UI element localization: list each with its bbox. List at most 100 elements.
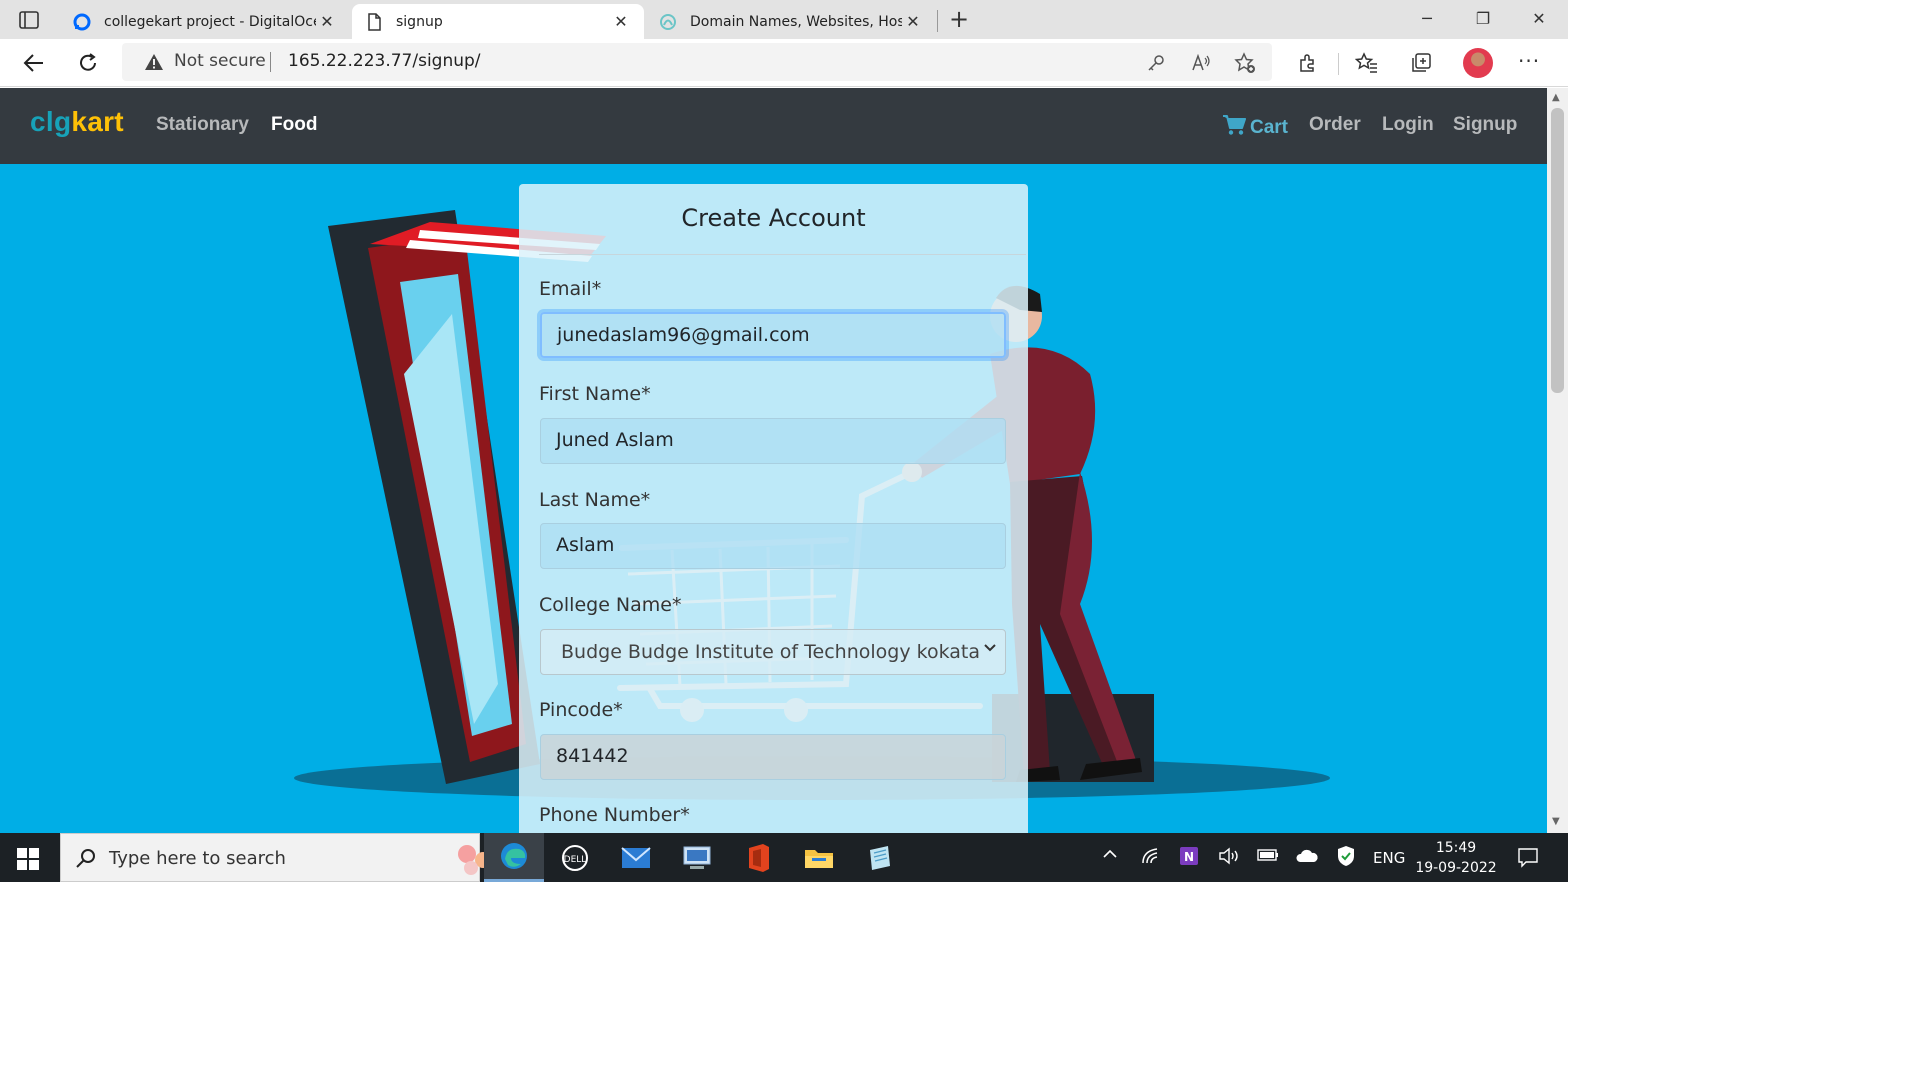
restore-button[interactable]: ❐ xyxy=(1460,4,1506,34)
tab-divider xyxy=(937,10,938,32)
site-logo[interactable]: clgkart xyxy=(30,106,124,138)
onenote-icon[interactable]: N xyxy=(1179,846,1199,870)
nav-order[interactable]: Order xyxy=(1309,114,1361,136)
minimize-button[interactable]: ─ xyxy=(1404,4,1450,34)
nav-signup[interactable]: Signup xyxy=(1453,114,1517,136)
mail-icon xyxy=(621,846,651,868)
college-name-select[interactable]: Budge Budge Institute of Technology koka… xyxy=(540,629,1006,675)
nav-food[interactable]: Food xyxy=(271,114,317,136)
wifi-icon[interactable] xyxy=(1141,847,1161,869)
taskbar-notepad[interactable] xyxy=(850,833,910,882)
security-shield-icon[interactable] xyxy=(1336,845,1356,871)
dell-icon: DELL xyxy=(562,844,588,871)
tab-title: collegekart project - DigitalOcean xyxy=(104,13,316,30)
clock-date: 19-09-2022 xyxy=(1415,860,1497,876)
college-name-label: College Name* xyxy=(539,594,682,616)
page-viewport: clgkart Stationary Food Cart Order Login… xyxy=(0,88,1547,833)
email-field[interactable]: junedaslam96@gmail.com xyxy=(540,312,1006,358)
back-arrow-icon xyxy=(23,54,43,72)
pincode-field[interactable]: 841442 xyxy=(540,734,1006,780)
cart-icon xyxy=(1223,115,1246,135)
more-options-icon[interactable]: ··· xyxy=(1518,49,1540,73)
close-icon[interactable]: ✕ xyxy=(316,12,338,31)
last-name-field[interactable]: Aslam xyxy=(540,523,1006,569)
page-scrollbar[interactable]: ▲ ▼ xyxy=(1547,88,1568,833)
add-favorite-icon[interactable] xyxy=(1234,52,1256,74)
url-text[interactable]: 165.22.223.77/signup/ xyxy=(288,51,481,71)
refresh-icon xyxy=(80,53,96,71)
tab-actions-icon xyxy=(19,11,39,29)
windows-taskbar: Type here to search DELL N ENG 15:49 19-… xyxy=(0,833,1568,882)
onedrive-icon[interactable] xyxy=(1295,848,1319,868)
first-name-field[interactable]: Juned Aslam xyxy=(540,418,1006,464)
college-selected-value: Budge Budge Institute of Technology koka… xyxy=(561,641,980,663)
windows-start-icon[interactable] xyxy=(17,848,39,870)
digitalocean-icon xyxy=(73,13,91,30)
password-key-icon[interactable] xyxy=(1145,52,1167,74)
site-favicon-icon xyxy=(660,13,676,30)
scroll-up-icon[interactable]: ▲ xyxy=(1552,92,1560,103)
taskbar-mail[interactable] xyxy=(606,833,666,882)
notepad-icon xyxy=(870,845,890,870)
taskbar-dell[interactable]: DELL xyxy=(545,833,605,882)
new-tab-button[interactable]: + xyxy=(944,6,974,34)
search-placeholder: Type here to search xyxy=(109,848,286,869)
taskbar-network-app[interactable] xyxy=(667,833,727,882)
form-title: Create Account xyxy=(681,204,866,232)
battery-icon[interactable] xyxy=(1257,847,1279,867)
scroll-down-icon[interactable]: ▼ xyxy=(1552,816,1560,827)
back-button[interactable] xyxy=(18,47,50,79)
refresh-button[interactable] xyxy=(72,47,104,79)
search-icon xyxy=(76,849,95,868)
office-icon xyxy=(749,843,769,872)
computer-icon xyxy=(683,846,711,869)
edge-icon xyxy=(501,843,527,869)
site-navbar: clgkart Stationary Food Cart Order Login… xyxy=(0,88,1547,164)
signup-card: Create Account Email* junedaslam96@gmail… xyxy=(519,184,1028,833)
taskbar-search[interactable]: Type here to search xyxy=(60,833,523,882)
language-indicator[interactable]: ENG xyxy=(1373,849,1405,867)
tab-actions-button[interactable] xyxy=(10,6,48,34)
email-label: Email* xyxy=(539,278,602,300)
tab-signup[interactable]: signup ✕ xyxy=(352,4,644,39)
tab-digitalocean[interactable]: collegekart project - DigitalOcean ✕ xyxy=(60,4,350,39)
scroll-thumb[interactable] xyxy=(1551,108,1564,393)
read-aloud-icon[interactable] xyxy=(1190,52,1212,74)
pincode-label: Pincode* xyxy=(539,699,623,721)
warning-icon[interactable] xyxy=(144,53,164,71)
extensions-icon[interactable] xyxy=(1294,49,1322,77)
svg-text:DELL: DELL xyxy=(564,855,587,865)
volume-icon[interactable] xyxy=(1218,847,1240,869)
tab-title: signup xyxy=(396,13,443,30)
tab-strip: collegekart project - DigitalOcean ✕ sig… xyxy=(0,0,1568,39)
taskbar-clock[interactable]: 15:49 19-09-2022 xyxy=(1414,838,1498,878)
notifications-icon[interactable] xyxy=(1517,846,1539,872)
taskbar-edge[interactable] xyxy=(484,833,544,882)
favorites-icon[interactable] xyxy=(1353,49,1381,77)
phone-number-label: Phone Number* xyxy=(539,804,690,826)
nav-cart[interactable]: Cart xyxy=(1222,114,1288,139)
nav-login[interactable]: Login xyxy=(1382,114,1434,136)
tab-title: Domain Names, Websites, Hosting xyxy=(690,13,902,30)
security-status[interactable]: Not secure xyxy=(174,51,266,71)
close-window-button[interactable]: ✕ xyxy=(1516,4,1562,34)
close-icon[interactable]: ✕ xyxy=(902,12,924,31)
show-hidden-icons-icon[interactable] xyxy=(1101,845,1119,867)
chevron-down-icon xyxy=(984,644,996,652)
collections-icon[interactable] xyxy=(1407,49,1435,77)
nav-stationary[interactable]: Stationary xyxy=(156,114,249,136)
folder-icon xyxy=(805,849,833,868)
clock-time: 15:49 xyxy=(1435,840,1477,856)
address-toolbar: Not secure 165.22.223.77/signup/ ··· xyxy=(0,39,1568,87)
first-name-label: First Name* xyxy=(539,383,651,405)
url-bar[interactable]: Not secure 165.22.223.77/signup/ xyxy=(122,43,1272,81)
close-icon[interactable]: ✕ xyxy=(610,12,632,31)
last-name-label: Last Name* xyxy=(539,489,651,511)
url-divider xyxy=(270,52,271,72)
tab-domain-names[interactable]: Domain Names, Websites, Hosting ✕ xyxy=(646,4,936,39)
taskbar-file-explorer[interactable] xyxy=(789,833,849,882)
profile-avatar[interactable] xyxy=(1463,48,1493,78)
page-icon xyxy=(368,12,381,31)
taskbar-office[interactable] xyxy=(728,833,788,882)
svg-text:N: N xyxy=(1184,850,1194,864)
